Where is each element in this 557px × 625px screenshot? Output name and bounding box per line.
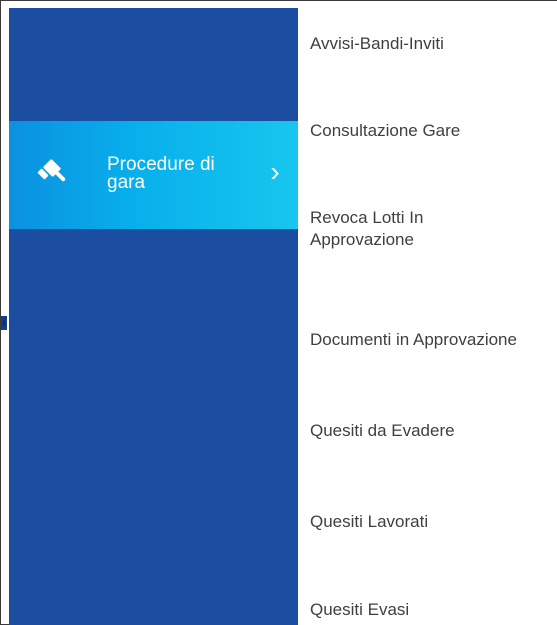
gavel-icon-svg xyxy=(37,159,66,182)
chevron-right-icon: › xyxy=(270,156,280,187)
sidebar xyxy=(9,8,298,625)
submenu-item-quesiti-da-evadere[interactable]: Quesiti da Evadere xyxy=(310,420,557,442)
sidebar-item-procedure-di-gara[interactable]: Procedure di gara › xyxy=(9,121,298,229)
panel-border-top xyxy=(0,0,557,1)
left-edge-marker xyxy=(1,316,7,330)
submenu-item-quesiti-lavorati[interactable]: Quesiti Lavorati xyxy=(310,511,557,533)
submenu-item-revoca-lotti-in-approvazione[interactable]: Revoca Lotti In Approvazione xyxy=(310,207,460,251)
submenu-item-consultazione-gare[interactable]: Consultazione Gare xyxy=(310,120,557,142)
panel-border-left xyxy=(0,0,1,625)
gavel-icon xyxy=(32,153,74,195)
submenu: Avvisi-Bandi-Inviti Consultazione Gare R… xyxy=(298,8,557,625)
submenu-item-avvisi-bandi-inviti[interactable]: Avvisi-Bandi-Inviti xyxy=(310,33,557,55)
submenu-item-quesiti-evasi[interactable]: Quesiti Evasi xyxy=(310,599,557,621)
submenu-item-documenti-in-approvazione[interactable]: Documenti in Approvazione xyxy=(310,329,557,351)
menu-panel: Procedure di gara › Avvisi-Bandi-Inviti … xyxy=(0,0,557,625)
sidebar-item-label: Procedure di gara xyxy=(107,155,247,193)
sidebar-item-label-line-2: gara xyxy=(107,172,146,193)
